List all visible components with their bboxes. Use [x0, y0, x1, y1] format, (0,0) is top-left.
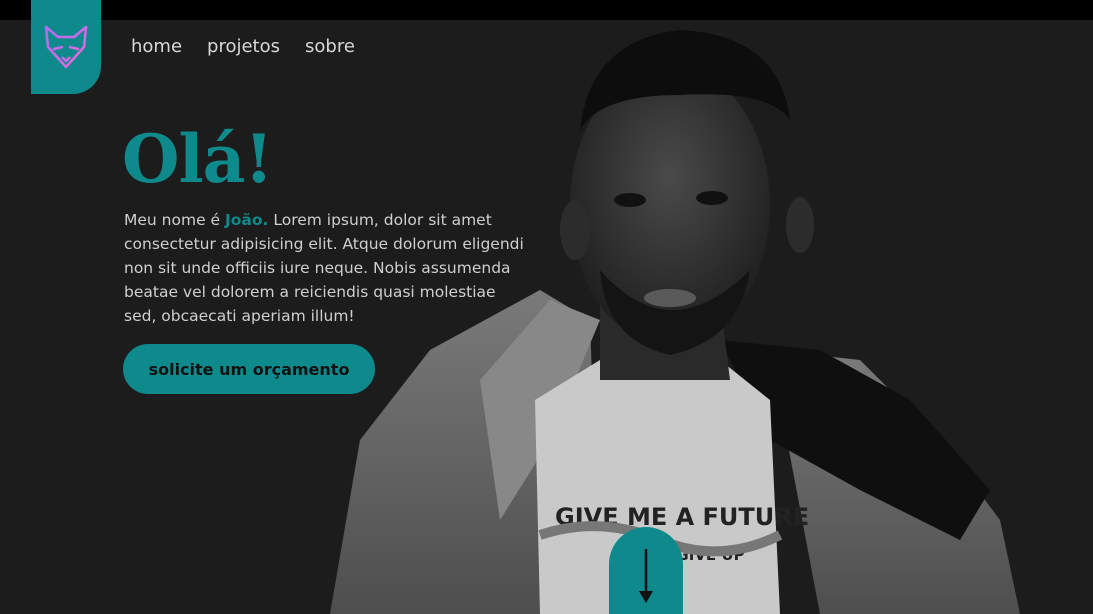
arrow-down-icon: [639, 549, 653, 603]
scroll-down-button[interactable]: [609, 527, 683, 614]
nav-item-projetos[interactable]: projetos: [207, 36, 280, 57]
top-bar: [0, 0, 1093, 20]
logo[interactable]: [31, 0, 101, 94]
request-quote-button[interactable]: solicite um orçamento: [123, 344, 375, 394]
nav-item-home[interactable]: home: [131, 36, 182, 57]
fox-icon: [44, 25, 88, 69]
hero-intro: Meu nome é João. Lorem ipsum, dolor sit …: [124, 208, 524, 328]
hero-name: João.: [225, 211, 269, 229]
main-nav: home projetos sobre: [131, 36, 355, 57]
nav-item-sobre[interactable]: sobre: [305, 36, 355, 57]
intro-prefix: Meu nome é: [124, 211, 225, 229]
hero-greeting: Olá!: [122, 120, 273, 198]
